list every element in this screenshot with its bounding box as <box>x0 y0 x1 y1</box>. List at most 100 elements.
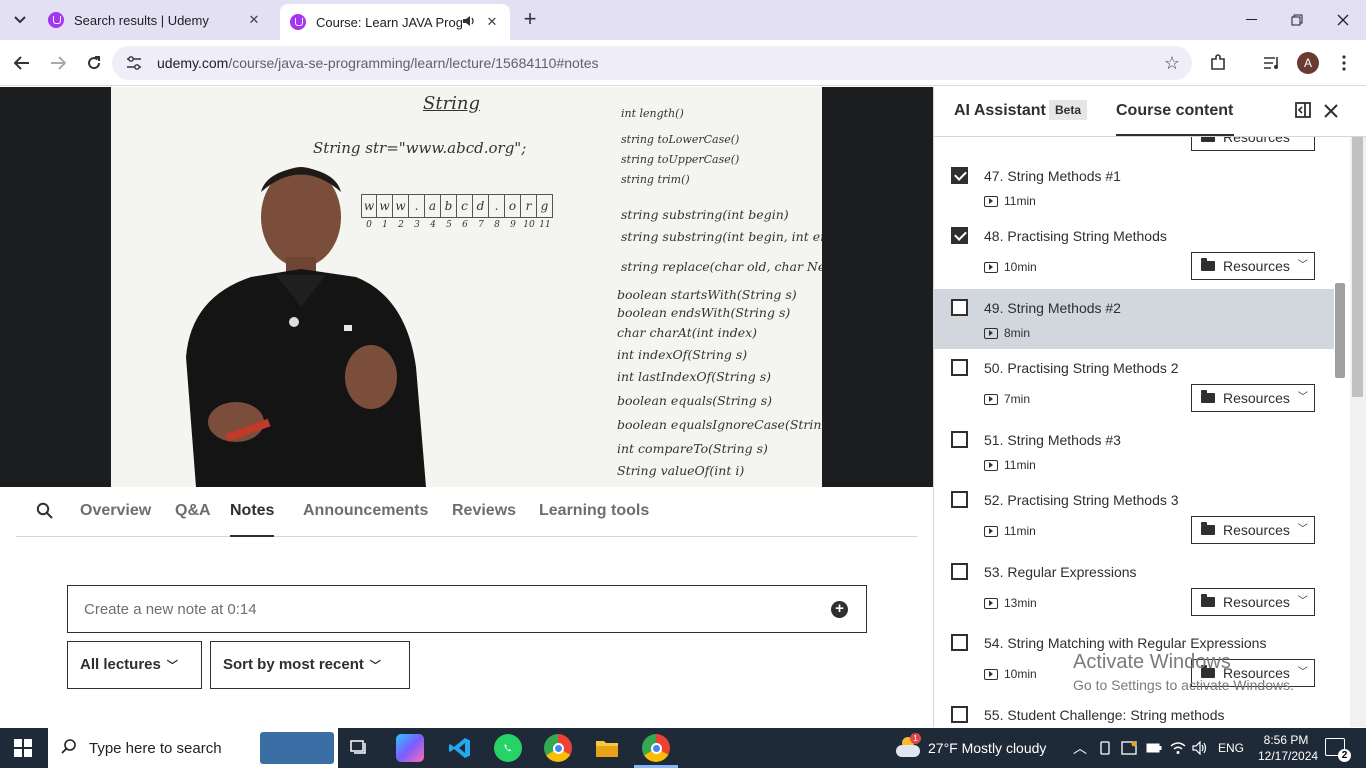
tab-qa[interactable]: Q&A <box>175 487 211 537</box>
copilot-icon[interactable] <box>396 734 424 762</box>
whatsapp-icon[interactable] <box>494 734 522 762</box>
close-sidebar-icon[interactable] <box>1321 102 1341 122</box>
tray-device-icon[interactable] <box>1098 728 1112 768</box>
extensions-puzzle-icon[interactable] <box>1206 51 1230 75</box>
lecture-item[interactable]: 52. Practising String Methods 3 11min Reso… <box>934 481 1334 553</box>
video-play-icon <box>984 525 998 537</box>
restore-window-icon[interactable] <box>1274 0 1320 40</box>
battery-icon[interactable] <box>1146 728 1162 768</box>
browser-tab-search-results[interactable]: Search results | Udemy ✕ <box>38 4 272 36</box>
language-indicator[interactable]: ENG <box>1218 728 1244 768</box>
sidebar-scroll-thumb[interactable] <box>1335 283 1345 378</box>
sidebar-scrollbar[interactable] <box>1334 128 1346 726</box>
expand-panel-icon[interactable] <box>1293 102 1313 122</box>
resources-label: Resources <box>1223 390 1290 406</box>
url-path: /course/java-se-programming/learn/lectur… <box>228 55 599 71</box>
speaker-audio-icon[interactable] <box>462 15 476 30</box>
close-tab-icon[interactable]: ✕ <box>484 14 500 30</box>
close-tab-icon[interactable]: ✕ <box>246 12 262 28</box>
bookmark-star-icon[interactable]: ☆ <box>1164 53 1180 74</box>
board-method: char charAt(int index) <box>617 325 758 340</box>
minimize-window-icon[interactable] <box>1228 0 1274 40</box>
create-note-input[interactable]: Create a new note at 0:14 + <box>67 585 867 633</box>
lecture-title: 47. String Methods #1 <box>984 168 1121 184</box>
more-menu-icon[interactable] <box>1332 51 1356 75</box>
lecture-checkbox[interactable] <box>951 491 968 508</box>
lecture-checkbox[interactable] <box>951 634 968 651</box>
page-scroll-thumb[interactable] <box>1352 127 1363 397</box>
new-tab-plus-icon[interactable]: + <box>518 8 542 32</box>
lecture-item[interactable]: 50. Practising String Methods 2 7min Resou… <box>934 349 1334 421</box>
chevron-down-icon: ﹀ <box>1297 260 1308 271</box>
close-window-icon[interactable] <box>1320 0 1366 40</box>
reload-icon[interactable] <box>82 51 106 75</box>
page-scrollbar[interactable] <box>1350 87 1366 727</box>
lecture-item[interactable]: 49. String Methods #2 8min <box>934 289 1334 349</box>
chrome-profile-icon[interactable] <box>642 734 670 762</box>
resources-button[interactable]: Resources ﹀ <box>1191 384 1315 412</box>
tab-search-chevron-icon[interactable] <box>6 8 34 32</box>
wifi-icon[interactable] <box>1170 728 1186 768</box>
lecture-duration: 8min <box>984 326 1030 340</box>
weather-badge: 1 <box>910 733 921 744</box>
lecture-item[interactable]: 48. Practising String Methods 10min Resour… <box>934 217 1334 289</box>
tab-course-content[interactable]: Course content <box>1116 102 1233 120</box>
resources-button[interactable]: Resources ﹀ <box>1191 252 1315 280</box>
lecture-duration: 10min <box>984 667 1037 681</box>
tray-notification-app-icon[interactable] <box>1121 728 1137 768</box>
lecture-filter-dropdown[interactable]: All lectures ﹀ <box>67 641 202 689</box>
sort-dropdown[interactable]: Sort by most recent ﹀ <box>210 641 410 689</box>
add-note-plus-icon[interactable]: + <box>831 601 848 618</box>
notification-center-icon[interactable]: 2 <box>1325 738 1351 762</box>
url-host: udemy.com <box>157 55 229 71</box>
tab-ai-assistant[interactable]: AI Assistant <box>954 102 1046 120</box>
browser-tab-course[interactable]: Course: Learn JAVA Program ✕ <box>280 4 510 40</box>
chevron-down-icon: ﹀ <box>1297 667 1308 678</box>
lecture-item[interactable]: 51. String Methods #3 11min <box>934 421 1334 481</box>
presenter-figure <box>186 167 426 487</box>
duration-text: 11min <box>1004 458 1036 472</box>
chrome-icon[interactable] <box>544 734 572 762</box>
show-hidden-icons-chevron-icon[interactable]: ︿ <box>1073 728 1087 768</box>
video-player[interactable]: String String str="www.abcd.org"; www.ab… <box>0 87 933 487</box>
tab-overview[interactable]: Overview <box>80 487 151 537</box>
taskbar-search-box[interactable]: Type here to search <box>48 728 338 768</box>
tab-announcements[interactable]: Announcements <box>303 487 428 537</box>
resources-button[interactable]: Resources ﹀ <box>1191 516 1315 544</box>
lecture-checkbox[interactable] <box>951 431 968 448</box>
taskbar-clock[interactable]: 8:56 PM 12/17/2024 <box>1258 732 1318 764</box>
media-control-icon[interactable] <box>1260 51 1284 75</box>
board-array-cell: . <box>489 194 505 218</box>
volume-icon[interactable] <box>1192 728 1208 768</box>
lecture-checkbox[interactable] <box>951 227 968 244</box>
task-view-icon[interactable] <box>346 734 374 762</box>
lecture-checkbox[interactable] <box>951 299 968 316</box>
whiteboard-video-frame: String String str="www.abcd.org"; www.ab… <box>111 87 822 487</box>
weather-widget[interactable]: 1 27°F Mostly cloudy <box>896 728 1046 768</box>
lecture-checkbox[interactable] <box>951 563 968 580</box>
site-info-icon[interactable] <box>124 53 144 73</box>
board-method: string substring(int begin, int end <box>621 229 822 244</box>
address-bar[interactable]: udemy.com/course/java-se-programming/lea… <box>112 46 1192 80</box>
profile-avatar[interactable]: A <box>1297 52 1319 74</box>
video-play-icon <box>984 393 998 405</box>
lecture-item[interactable]: 55. Student Challenge: String methods <box>934 696 1334 727</box>
vscode-icon[interactable] <box>446 734 474 762</box>
duration-text: 10min <box>1004 260 1037 274</box>
tab-notes[interactable]: Notes <box>230 487 275 537</box>
windows-start-icon[interactable] <box>14 739 32 757</box>
board-method: int lastIndexOf(String s) <box>617 369 771 384</box>
search-icon[interactable] <box>36 502 53 524</box>
lecture-item[interactable]: 47. String Methods #1 11min <box>934 157 1334 217</box>
back-arrow-icon[interactable] <box>10 51 34 75</box>
lecture-checkbox[interactable] <box>951 359 968 376</box>
lecture-item[interactable]: 53. Regular Expressions 13min Resources ﹀ <box>934 553 1334 624</box>
resources-button[interactable]: Resources ﹀ <box>1191 588 1315 616</box>
tab-reviews[interactable]: Reviews <box>452 487 516 537</box>
lecture-duration: 11min <box>984 194 1036 208</box>
forward-arrow-icon[interactable] <box>46 51 70 75</box>
lecture-checkbox[interactable] <box>951 167 968 184</box>
file-explorer-icon[interactable] <box>593 734 621 762</box>
lecture-checkbox[interactable] <box>951 706 968 723</box>
tab-learning-tools[interactable]: Learning tools <box>539 487 649 537</box>
